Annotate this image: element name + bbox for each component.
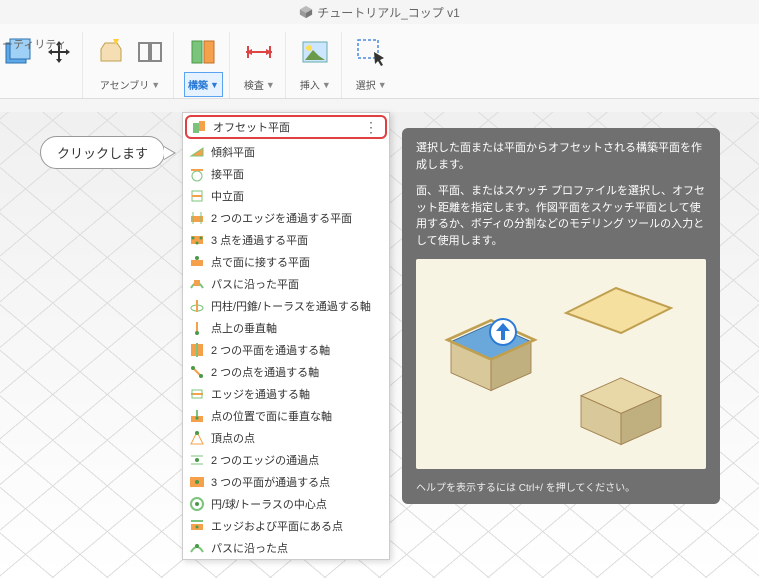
menu-item[interactable]: 中立面 <box>183 185 389 207</box>
menu-item-label: 2 つのエッジの通過点 <box>211 452 319 468</box>
main-toolbar: アセンブリ▼ 構築▼ 検査▼ 挿入▼ <box>0 24 759 99</box>
select-button[interactable] <box>354 35 388 69</box>
tooltip-panel: 選択した面または平面からオフセットされる構築平面を作成します。 面、平面、または… <box>402 128 720 504</box>
cube-icon <box>299 5 313 19</box>
menu-item-icon <box>189 386 205 402</box>
menu-item-label: 点で面に接する平面 <box>211 254 310 270</box>
menu-item-icon <box>189 364 205 380</box>
menu-item[interactable]: 点の位置で面に垂直な軸 <box>183 405 389 427</box>
menu-item-icon <box>189 342 205 358</box>
menu-item[interactable]: 点上の垂直軸 <box>183 317 389 339</box>
insert-button[interactable] <box>298 35 332 69</box>
menu-item-icon <box>189 254 205 270</box>
construct-dropdown[interactable]: 構築▼ <box>184 72 223 97</box>
menu-item-icon <box>189 210 205 226</box>
menu-item-label: 円柱/円錐/トーラスを通過する軸 <box>211 298 371 314</box>
menu-item-icon <box>189 540 205 556</box>
menu-item[interactable]: 3 点を通過する平面 <box>183 229 389 251</box>
menu-item-label: 3 点を通過する平面 <box>211 232 308 248</box>
menu-item-label: 点の位置で面に垂直な軸 <box>211 408 332 424</box>
menu-item[interactable]: 接平面 <box>183 163 389 185</box>
tooltip-desc-2: 面、平面、またはスケッチ プロファイルを選択し、オフセット距離を指定します。作図… <box>416 183 706 249</box>
menu-item-label: 中立面 <box>211 188 244 204</box>
tooltip-footer: ヘルプを表示するには Ctrl+/ を押してください。 <box>416 481 706 496</box>
menu-item[interactable]: 点で面に接する平面 <box>183 251 389 273</box>
inspect-dropdown[interactable]: 検査▼ <box>240 72 279 97</box>
menu-item-icon <box>189 298 205 314</box>
new-component-button[interactable] <box>93 35 127 69</box>
chevron-down-icon: ▼ <box>151 80 160 90</box>
construct-menu: オフセット平面 ⋮ 傾斜平面接平面中立面 2 つのエッジを通過する平面 3 点を通過する… <box>182 112 390 560</box>
menu-item[interactable]: 3 つの平面が通過する点 <box>183 471 389 493</box>
menu-item-icon <box>189 166 205 182</box>
menu-item-label: 2 つの点を通過する軸 <box>211 364 319 380</box>
menu-item-label: 点上の垂直軸 <box>211 320 277 336</box>
menu-item-icon <box>189 276 205 292</box>
menu-item[interactable]: 2 つのエッジの通過点 <box>183 449 389 471</box>
menu-item-icon <box>189 232 205 248</box>
menu-item-label: パスに沿った点 <box>211 540 288 556</box>
menu-item-label: エッジを通過する軸 <box>211 386 310 402</box>
menu-item-label: パスに沿った平面 <box>211 276 299 292</box>
instruction-callout: クリックします <box>40 136 165 169</box>
joint-button[interactable] <box>133 35 167 69</box>
menu-item[interactable]: 頂点の点 <box>183 427 389 449</box>
menu-item[interactable]: 2 つの点を通過する軸 <box>183 361 389 383</box>
menu-item[interactable]: 2 つの平面を通過する軸 <box>183 339 389 361</box>
menu-item[interactable]: 円/球/トーラスの中心点 <box>183 493 389 515</box>
tooltip-desc-1: 選択した面または平面からオフセットされる構築平面を作成します。 <box>416 140 706 173</box>
insert-dropdown[interactable]: 挿入▼ <box>296 72 335 97</box>
menu-item-label: 3 つの平面が通過する点 <box>211 474 330 490</box>
menu-item[interactable]: 円柱/円錐/トーラスを通過する軸 <box>183 295 389 317</box>
menu-item-icon <box>189 144 205 160</box>
chevron-down-icon: ▼ <box>210 80 219 90</box>
menu-item-icon <box>189 474 205 490</box>
menu-item-icon <box>189 518 205 534</box>
menu-item[interactable]: 傾斜平面 <box>183 141 389 163</box>
titlebar: チュートリアル_コップ v1 <box>0 0 759 24</box>
document-title: チュートリアル_コップ v1 <box>317 4 460 21</box>
menu-item-icon <box>189 188 205 204</box>
menu-item-label: 円/球/トーラスの中心点 <box>211 496 327 512</box>
up-arrow-icon <box>488 317 518 347</box>
utilities-tab-label: ーティリティ <box>2 36 67 52</box>
viewport[interactable]: クリックします オフセット平面 ⋮ 傾斜平面接平面中立面 2 つのエッジを通過する平面… <box>0 112 759 578</box>
menu-item[interactable]: オフセット平面 ⋮ <box>185 115 387 139</box>
menu-item-label: 接平面 <box>211 166 244 182</box>
chevron-down-icon: ▼ <box>378 80 387 90</box>
menu-item-icon <box>189 452 205 468</box>
menu-item[interactable]: エッジおよび平面にある点 <box>183 515 389 537</box>
menu-item-label: 頂点の点 <box>211 430 255 446</box>
menu-item[interactable]: パスに沿った点 <box>183 537 389 559</box>
tooltip-illustration <box>416 259 706 469</box>
menu-item-icon <box>189 320 205 336</box>
menu-item-label: オフセット平面 <box>213 119 290 135</box>
menu-item[interactable]: エッジを通過する軸 <box>183 383 389 405</box>
menu-item[interactable]: 2 つのエッジを通過する平面 <box>183 207 389 229</box>
menu-item-label: 傾斜平面 <box>211 144 255 160</box>
menu-item-icon <box>191 119 207 135</box>
menu-item-label: 2 つの平面を通過する軸 <box>211 342 330 358</box>
menu-item[interactable]: パスに沿った平面 <box>183 273 389 295</box>
assembly-dropdown[interactable]: アセンブリ▼ <box>96 72 164 97</box>
inspect-button[interactable] <box>242 35 276 69</box>
chevron-down-icon: ▼ <box>322 80 331 90</box>
menu-item-label: 2 つのエッジを通過する平面 <box>211 210 352 226</box>
construct-button[interactable] <box>186 35 220 69</box>
chevron-down-icon: ▼ <box>266 80 275 90</box>
menu-item-label: エッジおよび平面にある点 <box>211 518 343 534</box>
kebab-icon[interactable]: ⋮ <box>364 119 377 136</box>
menu-item-icon <box>189 496 205 512</box>
menu-item-icon <box>189 408 205 424</box>
menu-item-icon <box>189 430 205 446</box>
select-dropdown[interactable]: 選択▼ <box>352 72 391 97</box>
